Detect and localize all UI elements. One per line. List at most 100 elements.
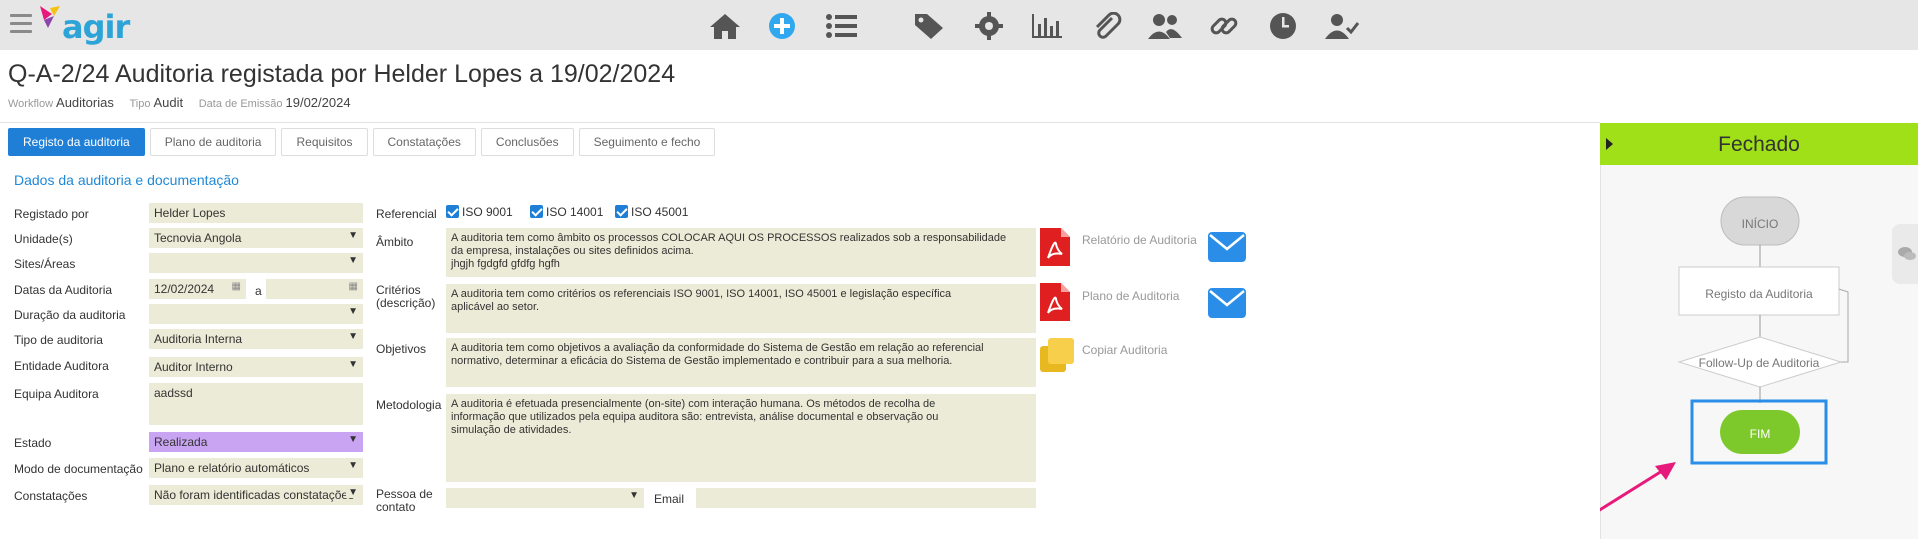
type-label: Tipo: [129, 98, 151, 110]
metodologia-line: simulação de atividades.: [451, 424, 572, 436]
estado-select[interactable]: Realizada ▼: [149, 432, 363, 452]
date-from-field[interactable]: 12/02/2024 ▦: [149, 279, 246, 299]
user-check-icon[interactable]: [1325, 12, 1360, 40]
tipo-value: Auditoria Interna: [154, 332, 243, 346]
type-value: Audit: [153, 95, 184, 110]
chevron-down-icon: ▼: [348, 306, 358, 317]
link-icon[interactable]: [1207, 12, 1241, 40]
pessoa-contato-select[interactable]: ▼: [446, 488, 644, 508]
date-to-field[interactable]: ▦: [266, 279, 363, 299]
equipa-label: Equipa Auditora: [14, 387, 99, 401]
calendar-icon[interactable]: ▦: [349, 281, 358, 292]
objetivos-label: Objetivos: [376, 342, 427, 356]
mail-plano-icon[interactable]: [1208, 288, 1246, 318]
tab-seguimento[interactable]: Seguimento e fecho: [578, 128, 716, 156]
status-label: Fechado: [1718, 133, 1800, 156]
metodologia-line: informação que utilizados pela equipa au…: [451, 411, 939, 423]
objetivos-textarea[interactable]: A auditoria tem como objetivos a avaliaç…: [446, 338, 1036, 387]
iso14001-checkbox[interactable]: ISO 14001: [530, 205, 603, 219]
fim-node-label: FIM: [1749, 427, 1771, 441]
entidade-label: Entidade Auditora: [14, 359, 109, 373]
unidades-select[interactable]: Tecnovia Angola ▼: [149, 228, 363, 248]
sites-label: Sites/Áreas: [14, 257, 76, 271]
plano-link[interactable]: Plano de Auditoria: [1082, 289, 1179, 303]
clock-icon[interactable]: [1266, 12, 1300, 40]
modo-value: Plano e relatório automáticos: [154, 461, 310, 475]
home-icon[interactable]: [708, 12, 742, 40]
metodologia-label: Metodologia: [376, 398, 442, 412]
workflow-label: Workflow: [8, 98, 54, 110]
logo-bird-icon: [40, 6, 60, 28]
chart-icon[interactable]: [1030, 12, 1064, 40]
tipo-select[interactable]: Auditoria Interna ▼: [149, 329, 363, 349]
entidade-select[interactable]: Auditor Interno ▼: [149, 357, 363, 377]
ambito-line: A auditoria tem como âmbito os processos…: [451, 232, 1007, 244]
tab-requisitos[interactable]: Requisitos: [281, 128, 368, 156]
modo-label: Modo de documentação: [14, 462, 143, 476]
menu-icon[interactable]: [10, 14, 32, 34]
tab-bar: Registo da auditoria Plano de auditoria …: [8, 128, 720, 156]
start-node-label: INÍCIO: [1741, 217, 1779, 231]
criterios-line: A auditoria tem como critérios os refere…: [451, 288, 952, 300]
modo-select[interactable]: Plano e relatório automáticos ▼: [149, 458, 363, 478]
iso9001-checkbox[interactable]: ISO 9001: [446, 205, 513, 219]
divider: [0, 122, 1600, 123]
logo[interactable]: agir: [38, 4, 130, 46]
relatorio-link[interactable]: Relatório de Auditoria: [1082, 233, 1197, 247]
estado-value: Realizada: [154, 435, 208, 449]
pdf-relatorio-icon[interactable]: [1040, 228, 1070, 266]
paperclip-icon[interactable]: [1090, 11, 1124, 40]
chevron-down-icon: ▼: [348, 460, 358, 471]
tag-icon[interactable]: [913, 12, 947, 40]
workflow-value: Auditorias: [56, 95, 114, 110]
gear-icon[interactable]: [972, 12, 1006, 40]
objetivos-line: A auditoria tem como objetivos a avaliaç…: [451, 342, 984, 354]
ambito-line: jhgjh fgdgfd gfdfg hgfh: [451, 258, 560, 270]
calendar-icon[interactable]: ▦: [232, 281, 241, 292]
criterios-textarea[interactable]: A auditoria tem como critérios os refere…: [446, 284, 1036, 333]
chevron-down-icon: ▼: [348, 331, 358, 342]
registado-por-label: Registado por: [14, 207, 89, 221]
tab-registo[interactable]: Registo da auditoria: [8, 128, 145, 156]
issue-date-value: 19/02/2024: [285, 95, 351, 110]
chat-tab[interactable]: [1892, 224, 1918, 284]
tipo-label: Tipo de auditoria: [14, 333, 103, 347]
date-from-value: 12/02/2024: [154, 282, 215, 296]
pessoa-contato-label: Pessoa de contato: [376, 488, 433, 514]
users-icon[interactable]: [1148, 12, 1182, 40]
criterios-label: Critérios (descrição): [376, 284, 435, 310]
criterios-label-line: (descrição): [376, 296, 436, 310]
constatacoes-select[interactable]: Não foram identificadas constatações ▼: [149, 485, 363, 505]
chevron-down-icon: ▼: [348, 255, 358, 266]
status-header[interactable]: Fechado: [1600, 123, 1918, 165]
tab-plano[interactable]: Plano de auditoria: [149, 128, 277, 156]
copiar-link[interactable]: Copiar Auditoria: [1082, 343, 1167, 357]
referencial-label: Referencial: [376, 207, 437, 221]
estado-label: Estado: [14, 436, 52, 450]
equipa-field[interactable]: aadssd: [149, 383, 363, 425]
pdf-plano-icon[interactable]: [1040, 283, 1070, 321]
sites-select[interactable]: ▼: [149, 253, 363, 273]
issue-date-label: Data de Emissão: [198, 98, 283, 110]
tab-constatacoes[interactable]: Constatações: [372, 128, 476, 156]
copy-icon[interactable]: [1040, 338, 1076, 374]
iso45001-checkbox[interactable]: ISO 45001: [615, 205, 688, 219]
registado-por-field[interactable]: Helder Lopes: [149, 203, 363, 223]
metodologia-line: A auditoria é efetuada presencialmente (…: [451, 398, 936, 410]
list-icon[interactable]: [825, 12, 859, 40]
chevron-down-icon: ▼: [348, 434, 358, 445]
email-field[interactable]: [696, 488, 1036, 508]
entidade-value: Auditor Interno: [154, 360, 233, 374]
email-label: Email: [654, 492, 685, 506]
arrow-head-icon: [1655, 462, 1676, 480]
chevron-down-icon: ▼: [346, 487, 358, 498]
metodologia-textarea[interactable]: A auditoria é efetuada presencialmente (…: [446, 394, 1036, 482]
duracao-select[interactable]: ▼: [149, 304, 363, 324]
followup-node-label: Follow-Up de Auditoria: [1698, 356, 1820, 370]
objetivos-line: normativo, determinar a eficácia do Sist…: [451, 355, 953, 367]
datas-label: Datas da Auditoria: [14, 283, 113, 297]
tab-conclusoes[interactable]: Conclusões: [480, 128, 574, 156]
mail-relatorio-icon[interactable]: [1208, 232, 1246, 262]
add-icon[interactable]: [765, 12, 799, 40]
ambito-textarea[interactable]: A auditoria tem como âmbito os processos…: [446, 228, 1036, 277]
